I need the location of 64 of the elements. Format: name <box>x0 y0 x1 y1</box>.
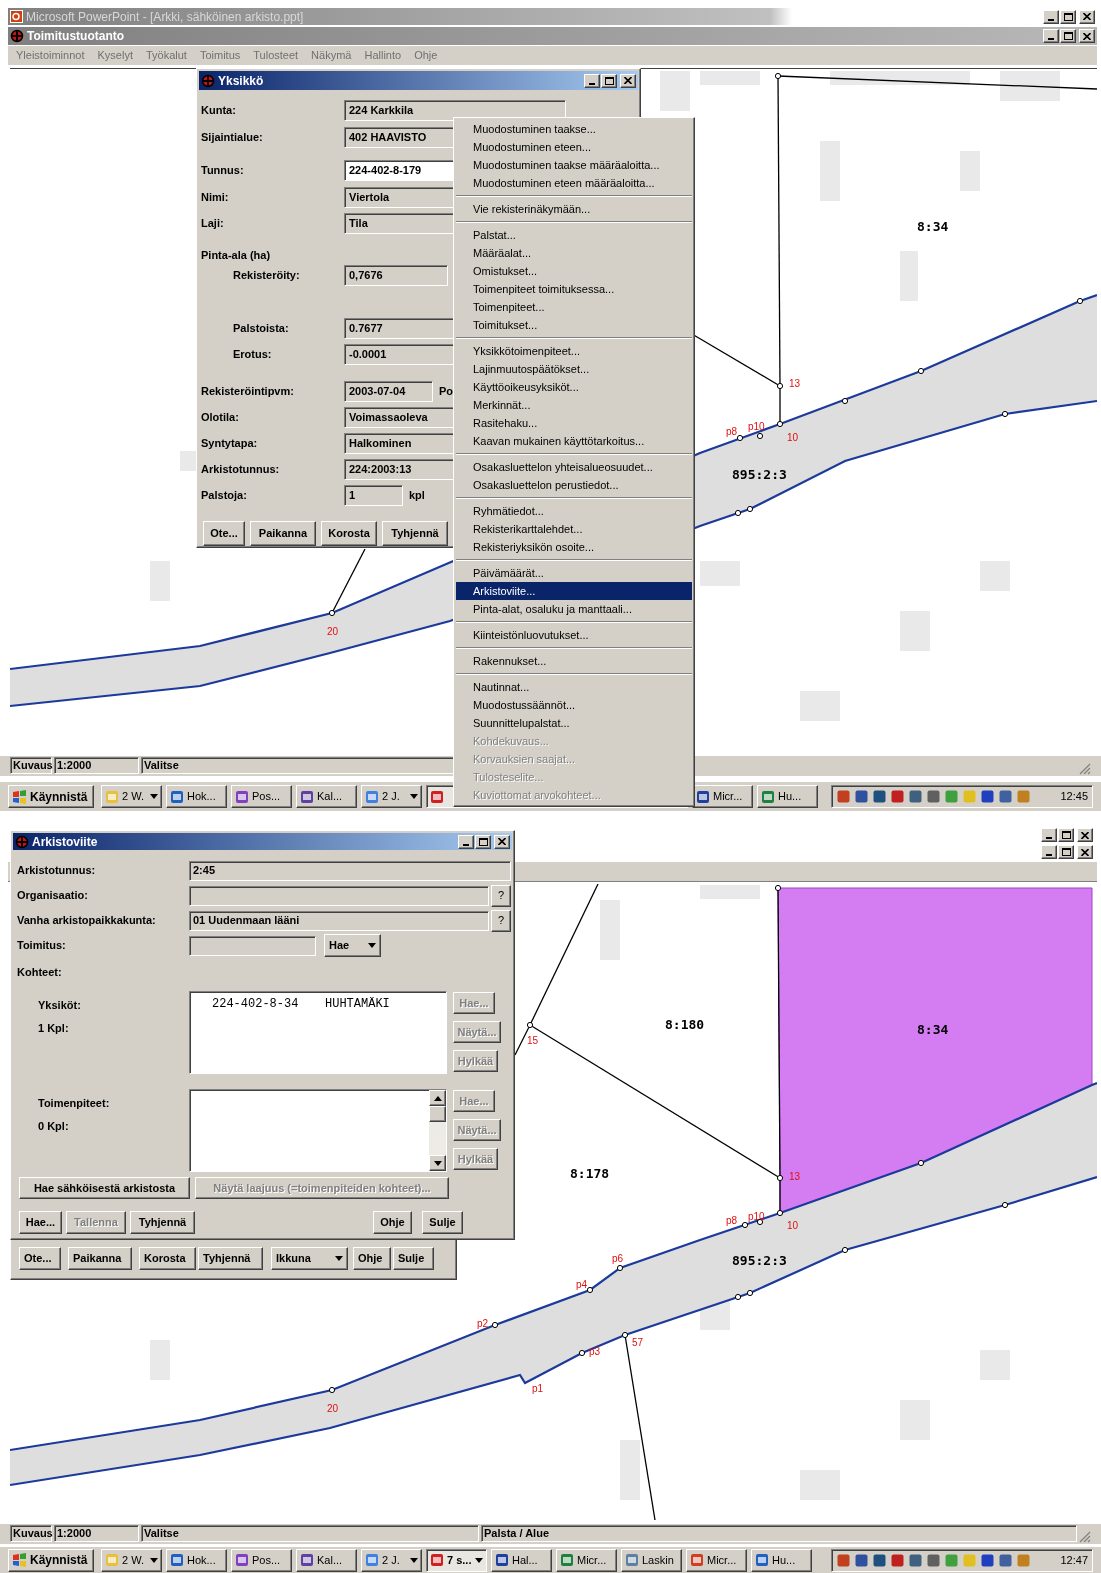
map-label: 10 <box>787 1220 799 1231</box>
map-label: 13 <box>789 378 801 389</box>
map-label: p6 <box>612 1253 624 1264</box>
status-bar-field: Kuvaus <box>10 1525 52 1542</box>
start-label: Käynnistä <box>30 1552 88 1569</box>
section-heading: Kohteet: <box>17 965 63 980</box>
field-label: Arkistotunnus: <box>201 461 281 477</box>
window-title: Microsoft PowerPoint - [Arkki, sähköinen arkisto.ppt] <box>26 8 304 26</box>
map-label: p8 <box>726 426 738 437</box>
field-label: Sijaintialue: <box>201 129 264 145</box>
map-label: 8:34 <box>917 1022 949 1037</box>
field-label: Nimi: <box>201 189 230 205</box>
dialog-title: Yksikkö <box>218 72 264 90</box>
status-bar-field: 1:2000 <box>54 1525 139 1542</box>
map-label: p8 <box>726 1215 738 1226</box>
start-label: Käynnistä <box>30 788 88 806</box>
list-label: Toimenpiteet: <box>38 1096 111 1111</box>
map-label: p4 <box>576 1279 588 1290</box>
window-title: Toimitustuotanto <box>27 28 125 45</box>
map-label: p3 <box>589 1346 601 1357</box>
dialog-title: Arkistoviite <box>32 833 98 851</box>
map-label: 15 <box>527 1035 539 1046</box>
map-label: 8:178 <box>570 1166 610 1181</box>
field-label: Laji: <box>201 215 225 231</box>
list-cell-text: HUHTAMÄKI <box>325 996 390 1013</box>
field-label: Toimitus: <box>17 938 67 954</box>
field-label: Erotus: <box>232 346 273 362</box>
field-label: Tunnus: <box>201 162 245 178</box>
map-label: 20 <box>327 1403 339 1414</box>
map-label: 8:180 <box>665 1017 705 1032</box>
field-label: Vanha arkistopaikkakunta: <box>17 913 157 929</box>
status-bar-field: 1:2000 <box>54 757 139 774</box>
field-label: Rekisteröintipvm: <box>201 383 295 399</box>
field-label: Palstoja: <box>201 487 248 503</box>
clock: 12:45 <box>1060 789 1088 805</box>
map-label: p1 <box>532 1383 544 1394</box>
field-label: Olotila: <box>201 409 240 425</box>
map-label: p2 <box>477 1318 489 1329</box>
map-label: 57 <box>632 1337 644 1348</box>
unit-label: Po <box>439 383 454 399</box>
status-bar-field: Kuvaus <box>10 757 52 774</box>
list-label: Yksiköt: <box>38 998 82 1013</box>
map-label: 895:2:3 <box>732 467 787 482</box>
map-label: p10 <box>748 421 765 432</box>
status-bar-field: Valitse <box>141 1525 479 1542</box>
field-label: Arkistotunnus: <box>17 863 97 879</box>
map-label: p10 <box>748 1211 765 1222</box>
clock: 12:47 <box>1060 1552 1088 1568</box>
map-label: 10 <box>787 432 799 443</box>
map-label: 8:34 <box>917 219 949 234</box>
status-bar-field: Palsta / Alue <box>481 1525 1077 1542</box>
field-label: Palstoista: <box>232 320 290 336</box>
field-label: Organisaatio: <box>17 888 89 904</box>
field-label: Syntytapa: <box>201 435 259 451</box>
field-label: Pinta-ala (ha) <box>201 247 272 263</box>
map-label: 13 <box>789 1171 801 1182</box>
unit-label: kpl <box>409 487 425 503</box>
list-cell-text: 224-402-8-34 <box>211 996 300 1013</box>
count-label: 1 Kpl: <box>38 1020 70 1036</box>
count-label: 0 Kpl: <box>38 1118 70 1134</box>
map-label: 895:2:3 <box>732 1253 787 1268</box>
map-label: 20 <box>327 626 339 637</box>
field-label: Kunta: <box>201 102 237 118</box>
field-label: Rekisteröity: <box>232 267 301 283</box>
